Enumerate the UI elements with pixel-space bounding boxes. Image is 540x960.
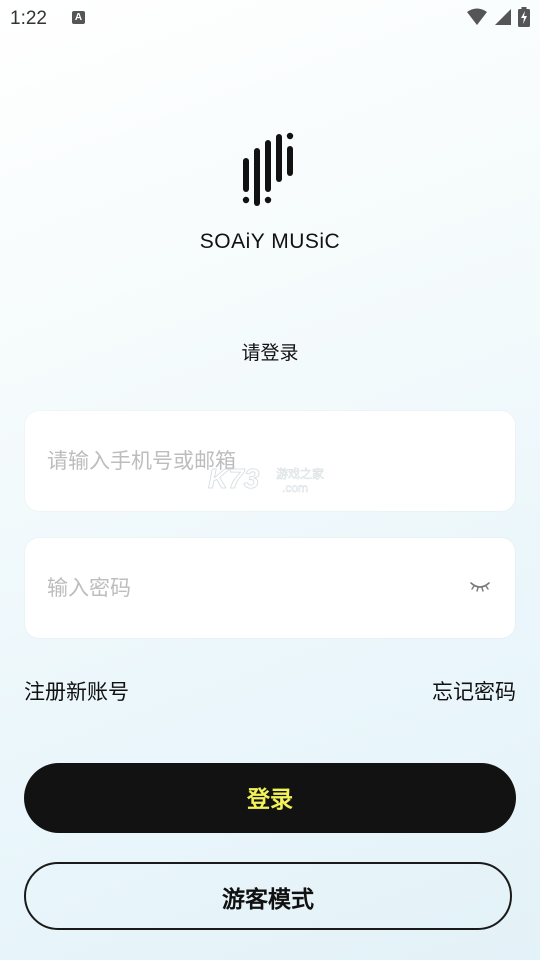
register-link[interactable]: 注册新账号 xyxy=(24,676,129,706)
eye-closed-icon[interactable] xyxy=(469,579,491,595)
notification-indicator-icon: A xyxy=(72,11,85,24)
password-input[interactable] xyxy=(47,538,467,638)
phone-email-field[interactable] xyxy=(25,411,515,511)
password-field[interactable] xyxy=(25,538,515,638)
status-icons xyxy=(466,7,530,27)
status-time: 1:22 xyxy=(10,8,47,29)
wifi-icon xyxy=(467,8,487,25)
phone-email-input[interactable] xyxy=(47,411,467,511)
guest-mode-button[interactable]: 游客模式 xyxy=(24,862,512,930)
login-button[interactable]: 登录 xyxy=(24,763,516,833)
watermark-domain: .com xyxy=(282,481,308,495)
account-links: 注册新账号 忘记密码 xyxy=(24,676,516,706)
brand-wordmark: SOAiY MUSiC xyxy=(199,230,341,253)
status-bar: 1:22 A xyxy=(0,0,540,36)
watermark-site-name: 游戏之家 xyxy=(276,466,324,481)
forgot-password-link[interactable]: 忘记密码 xyxy=(432,676,516,706)
watermark-logo-text: K73 xyxy=(208,463,260,494)
battery-charging-icon xyxy=(518,7,530,27)
soaiy-logo-icon xyxy=(242,132,294,206)
login-prompt: 请登录 xyxy=(241,342,299,364)
signal-icon xyxy=(495,9,511,25)
k73-watermark-logo: K73 游戏之家 .com xyxy=(208,463,324,496)
